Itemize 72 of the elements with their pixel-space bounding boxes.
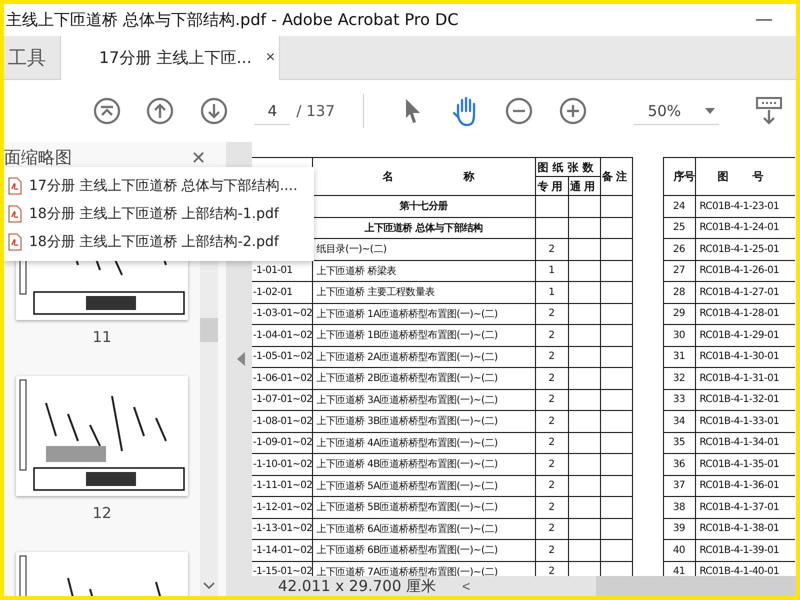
table-cell: 37 xyxy=(663,475,695,496)
table-cell: 33 xyxy=(663,389,695,410)
column-header: 图纸张数 xyxy=(535,158,600,176)
table-cell: 2 xyxy=(535,303,568,324)
table-cell: 28 xyxy=(663,282,695,303)
panel-title: 面缩略图 xyxy=(4,148,72,168)
table-cell: -1-07-01~02 xyxy=(252,389,312,410)
table-cell: -1-06-01~02 xyxy=(252,368,312,389)
table-cell: 上下匝道桥 1A匝道桥桥型布置图(一)~(二) xyxy=(312,303,535,324)
table-cell: 上下匝道桥 6A匝道桥桥型布置图(一)~(二) xyxy=(312,518,535,540)
table-cell: 上下匝道桥 2B匝道桥桥型布置图(一)~(二) xyxy=(312,368,535,389)
table-cell: 31 xyxy=(663,346,695,368)
page-number-label: 11 xyxy=(92,328,112,346)
table-cell: -1-03-01~02 xyxy=(252,303,312,324)
table-cell: 2 xyxy=(535,496,568,518)
table-cell: 上下匝道桥 5A匝道桥桥型布置图(一)~(二) xyxy=(312,475,535,496)
table-cell: -1-11-01~02 xyxy=(252,475,312,496)
table-cell: 36 xyxy=(663,454,695,475)
table-cell: 2 xyxy=(535,368,568,389)
table-cell: 2 xyxy=(535,346,568,368)
table-cell: 25 xyxy=(663,217,695,238)
table-cell: -1-02-01 xyxy=(252,282,312,303)
table-cell: 2 xyxy=(535,475,568,496)
table-cell: 2 xyxy=(535,518,568,540)
table-cell: 上下匝道桥 桥梁表 xyxy=(312,260,535,282)
table-cell: -1-13-01~02 xyxy=(252,518,312,540)
table-cell: 32 xyxy=(663,368,695,389)
table-cell: -1-05-01~02 xyxy=(252,346,312,368)
column-header: 专用 xyxy=(535,176,568,196)
window-title: 主线上下匝道桥 总体与下部结构.pdf - Adobe Acrobat Pro DC xyxy=(6,10,459,30)
table-cell: 34 xyxy=(663,410,695,432)
table-cell: 2 xyxy=(535,324,568,346)
page-number-label: 12 xyxy=(92,504,112,522)
column-header: 备注 xyxy=(600,158,632,196)
table-cell: 26 xyxy=(663,238,695,260)
page-total: / 137 xyxy=(296,102,335,120)
table-cell: 2 xyxy=(535,540,568,561)
table-cell: 27 xyxy=(663,260,695,282)
table-cell: 上下匝道桥 6B匝道桥桥型布置图(一)~(二) xyxy=(312,540,535,561)
table-cell: 1 xyxy=(535,260,568,282)
table-cell: 上下匝道桥 3B匝道桥桥型布置图(一)~(二) xyxy=(312,410,535,432)
table-cell: -1-15-01~02 xyxy=(252,561,312,576)
column-header: 序号 xyxy=(663,158,695,196)
table-cell: -1-04-01~02 xyxy=(252,324,312,346)
table-cell: 2 xyxy=(535,389,568,410)
table-cell: 40 xyxy=(663,540,695,561)
table-cell: 2 xyxy=(535,238,568,260)
table-cell: 29 xyxy=(663,303,695,324)
table-cell: 2 xyxy=(535,432,568,454)
column-header: 图号 xyxy=(695,158,795,196)
table-cell: -1-10-01~02 xyxy=(252,454,312,475)
table-cell: -1-09-01~02 xyxy=(252,432,312,454)
table-cell: 上下匝道桥 4A匝道桥桥型布置图(一)~(二) xyxy=(312,432,535,454)
table-cell: 38 xyxy=(663,496,695,518)
table-cell: 上下匝道桥 5B匝道桥桥型布置图(一)~(二) xyxy=(312,496,535,518)
table-cell: 24 xyxy=(663,196,695,217)
table-cell: 上下匝道桥 3A匝道桥桥型布置图(一)~(二) xyxy=(312,389,535,410)
table-cell: 上下匝道桥 4B匝道桥桥型布置图(一)~(二) xyxy=(312,454,535,475)
page-size-label: 42.011 x 29.700 厘米 xyxy=(278,576,436,596)
table-cell: 35 xyxy=(663,432,695,454)
table-cell: 39 xyxy=(663,518,695,540)
table-cell: -1-12-01~02 xyxy=(252,496,312,518)
table-cell: 上下匝道桥 主要工程数量表 xyxy=(312,282,535,303)
table-cell: -1-14-01~02 xyxy=(252,540,312,561)
table-cell: -1-08-01~02 xyxy=(252,410,312,432)
table-cell: 上下匝道桥 1B匝道桥桥型布置图(一)~(二) xyxy=(312,324,535,346)
table-cell: 1 xyxy=(535,282,568,303)
table-cell: 2 xyxy=(535,410,568,432)
table-cell: 30 xyxy=(663,324,695,346)
table-cell: 上下匝道桥 2A匝道桥桥型布置图(一)~(二) xyxy=(312,346,535,368)
table-cell: 2 xyxy=(535,454,568,475)
column-header: 名称 xyxy=(312,158,535,196)
